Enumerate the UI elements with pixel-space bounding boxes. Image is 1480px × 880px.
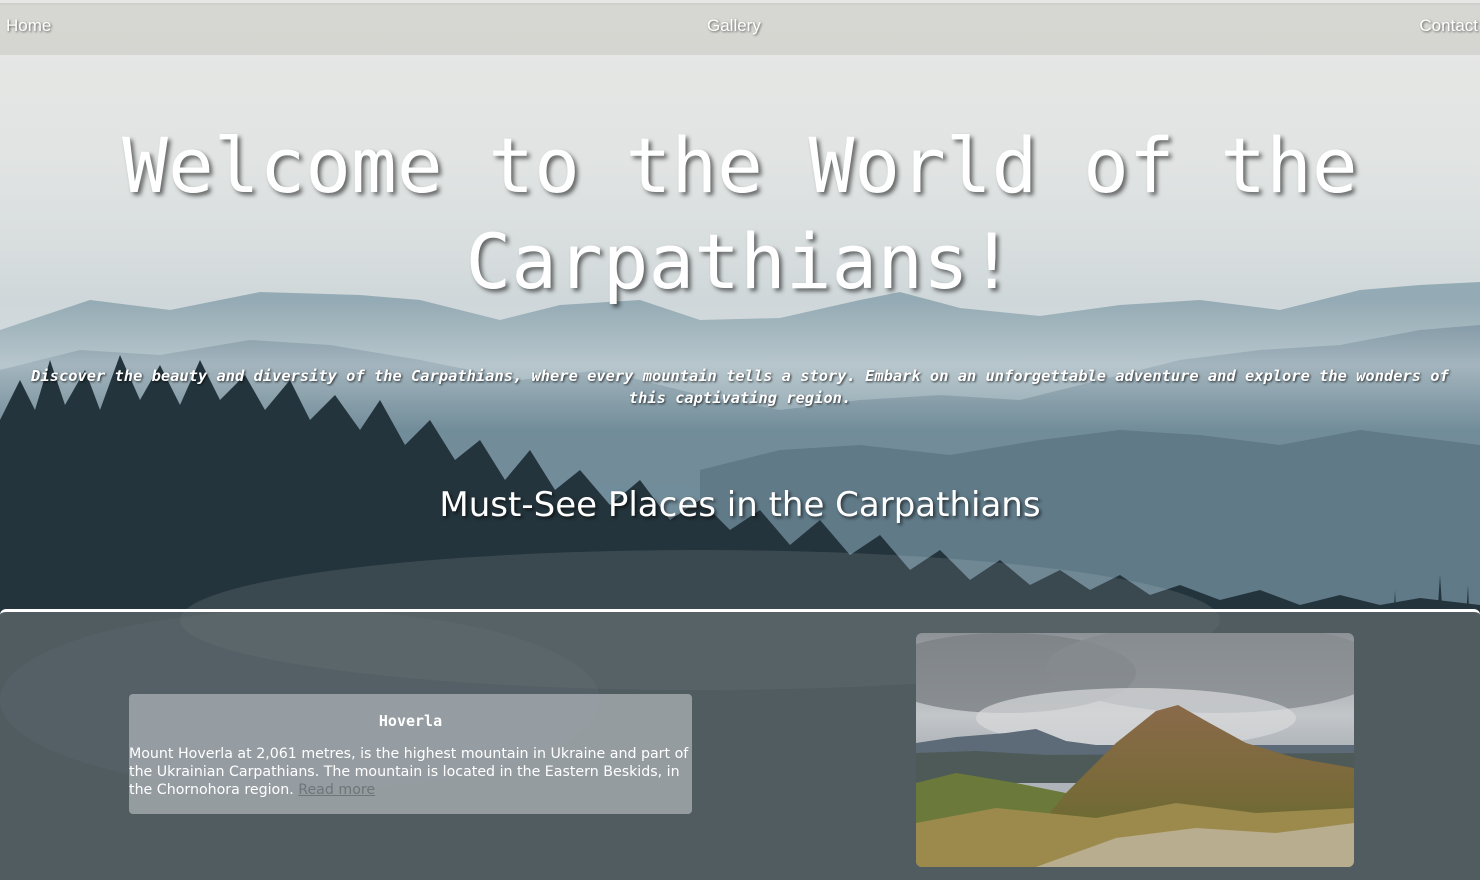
place-card-hoverla: Hoverla Mount Hoverla at 2,061 metres, i… bbox=[129, 694, 692, 814]
places-section: Hoverla Mount Hoverla at 2,061 metres, i… bbox=[0, 609, 1480, 880]
nav-gallery-link[interactable]: Gallery bbox=[707, 16, 761, 36]
hero-subtitle: Discover the beauty and diversity of the… bbox=[31, 367, 1449, 407]
read-more-link[interactable]: Read more bbox=[298, 782, 375, 798]
hero-title: Welcome to the World of the Carpathians! bbox=[122, 121, 1358, 306]
place-description: Mount Hoverla at 2,061 metres, is the hi… bbox=[129, 745, 692, 799]
top-nav: Home Gallery Contact bbox=[0, 3, 1480, 55]
mountain-peak-photo bbox=[916, 633, 1354, 867]
place-name: Hoverla bbox=[378, 712, 443, 730]
nav-home-link[interactable]: Home bbox=[6, 16, 51, 36]
places-heading: Must-See Places in the Carpathians bbox=[439, 485, 1041, 525]
place-description-text: Mount Hoverla at 2,061 metres, is the hi… bbox=[129, 746, 689, 798]
place-photo-hoverla bbox=[916, 633, 1354, 867]
nav-contact-link[interactable]: Contact bbox=[1419, 16, 1478, 36]
